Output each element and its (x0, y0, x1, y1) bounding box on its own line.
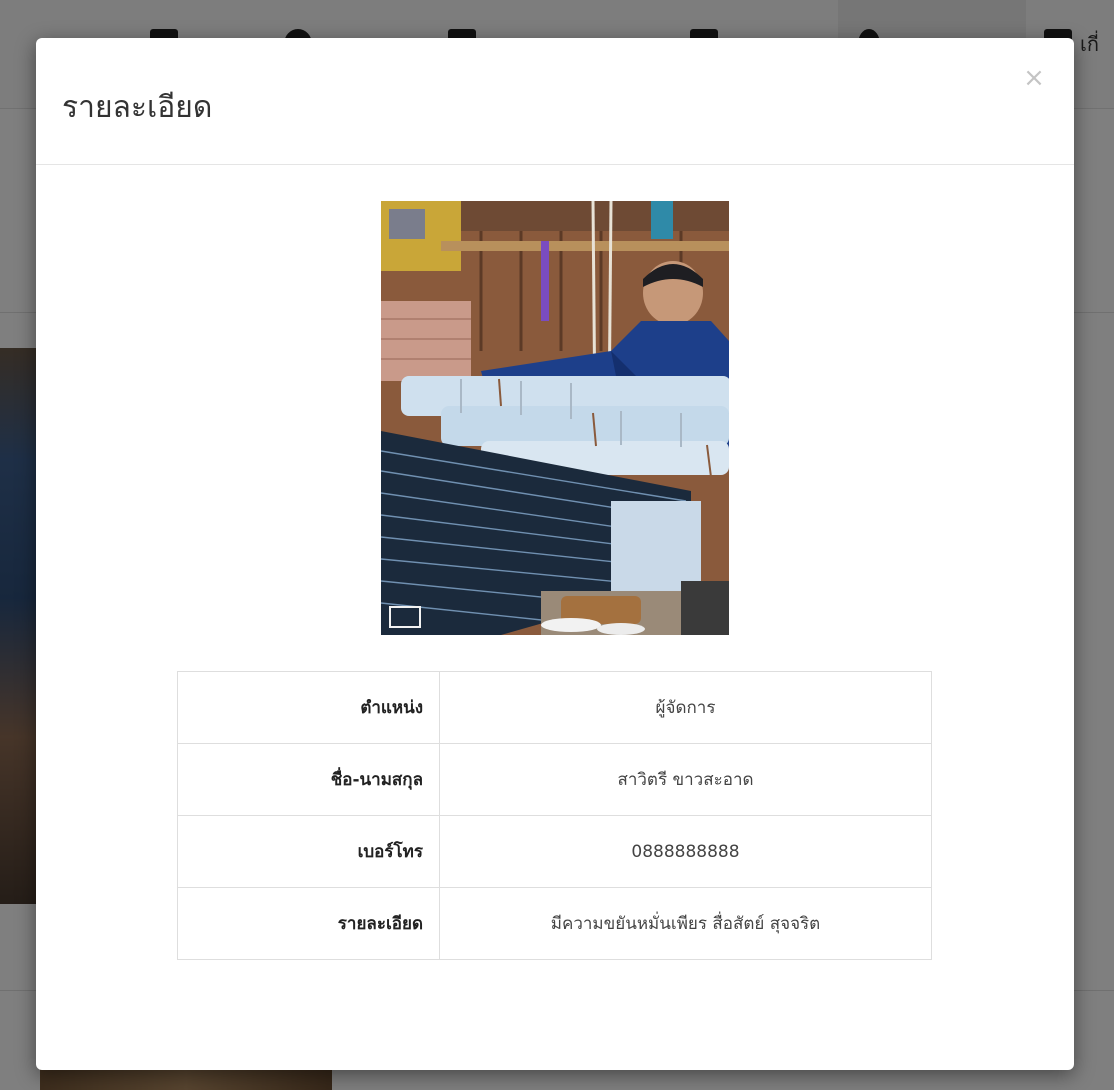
description-label: รายละเอียด (177, 887, 440, 960)
weaving-loom-photo (381, 201, 729, 635)
position-label: ตำแหน่ง (177, 671, 440, 744)
table-row: เบอร์โทร 0888888888 (177, 815, 932, 888)
table-row: ชื่อ-นามสกุล สาวิตรี ขาวสะอาด (177, 743, 932, 816)
close-button[interactable]: × (1022, 65, 1046, 91)
profile-photo (381, 201, 729, 635)
detail-modal: รายละเอียด × ตำแหน่ง ผู้จัดการ ชื่อ-นามส… (36, 38, 1074, 1070)
modal-title: รายละเอียด (62, 90, 213, 125)
detail-table: ตำแหน่ง ผู้จัดการ ชื่อ-นามสกุล สาวิตรี ข… (177, 671, 932, 960)
table-row: รายละเอียด มีความขยันหมั่นเพียร สื่อสัตย… (177, 887, 932, 960)
position-value: ผู้จัดการ (439, 671, 932, 744)
table-row: ตำแหน่ง ผู้จัดการ (177, 671, 932, 744)
phone-value: 0888888888 (439, 815, 932, 888)
description-value: มีความขยันหมั่นเพียร สื่อสัตย์ สุจจริต (439, 887, 932, 960)
modal-header: รายละเอียด × (36, 38, 1074, 165)
fullname-label: ชื่อ-นามสกุล (177, 743, 440, 816)
fullname-value: สาวิตรี ขาวสะอาด (439, 743, 932, 816)
phone-label: เบอร์โทร (177, 815, 440, 888)
watermark-logo (389, 606, 421, 628)
